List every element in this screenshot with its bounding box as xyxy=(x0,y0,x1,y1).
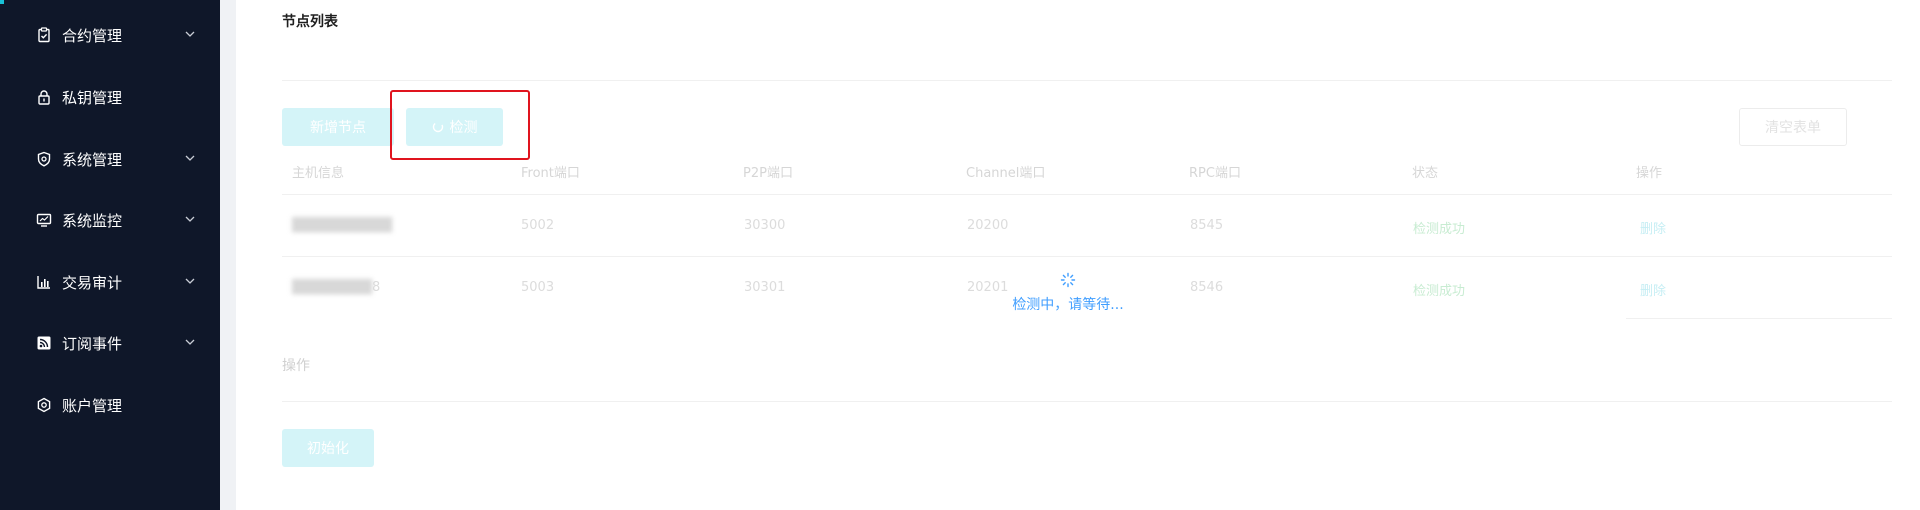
sidebar-item-system[interactable]: 系统管理 xyxy=(0,139,220,179)
status-badge: 检测成功 xyxy=(1413,284,1466,299)
status-badge: 检测成功 xyxy=(1413,222,1466,237)
shield-icon xyxy=(36,151,52,167)
add-node-button[interactable]: 新增节点 xyxy=(282,108,394,146)
loading-text: 检测中，请等待... xyxy=(1012,297,1124,313)
front-port: 5002 xyxy=(521,218,555,233)
column-header-rpc: RPC端口 xyxy=(1189,166,1241,181)
rss-icon xyxy=(36,335,52,351)
chevron-down-icon xyxy=(183,27,197,41)
table-header-divider xyxy=(282,194,1892,195)
row-divider xyxy=(282,256,1892,257)
rpc-port: 8545 xyxy=(1190,218,1224,233)
delete-link[interactable]: 删除 xyxy=(1640,280,1666,299)
sidebar-item-account[interactable]: 账户管理 xyxy=(0,385,220,425)
row-divider xyxy=(1626,318,1892,319)
p2p-port: 30301 xyxy=(744,280,786,295)
p2p-port: 30300 xyxy=(744,218,786,233)
node-list-title: 节点列表 xyxy=(282,14,338,30)
sidebar-item-label: 系统管理 xyxy=(62,151,123,169)
sidebar-item-private-key[interactable]: 私钥管理 xyxy=(0,77,220,117)
column-header-action: 操作 xyxy=(1636,166,1663,181)
chevron-down-icon xyxy=(183,335,197,349)
rpc-port: 8546 xyxy=(1190,280,1224,295)
sidebar-item-contract[interactable]: 合约管理 xyxy=(0,15,220,55)
monitor-chart-icon xyxy=(36,212,52,228)
column-header-status: 状态 xyxy=(1412,166,1439,181)
bar-chart-icon xyxy=(36,274,52,290)
column-header-p2p: P2P端口 xyxy=(743,166,793,181)
column-header-front: Front端口 xyxy=(521,166,580,181)
sidebar: 合约管理 私钥管理 系统管理 系统监控 交易审计 订阅事件 账户管理 xyxy=(0,0,220,510)
host-info: ████████8 xyxy=(292,280,381,295)
front-port: 5003 xyxy=(521,280,555,295)
clear-form-button[interactable]: 清空表单 xyxy=(1739,108,1847,146)
sidebar-item-label: 交易审计 xyxy=(62,274,123,292)
chevron-down-icon xyxy=(183,151,197,165)
operation-title: 操作 xyxy=(282,358,310,374)
chevron-down-icon xyxy=(183,274,197,288)
sidebar-item-monitor[interactable]: 系统监控 xyxy=(0,200,220,240)
divider xyxy=(282,401,1892,402)
sidebar-item-audit[interactable]: 交易审计 xyxy=(0,262,220,302)
clipboard-check-icon xyxy=(36,27,52,43)
highlight-box xyxy=(390,90,530,160)
sidebar-item-label: 系统监控 xyxy=(62,212,123,230)
lock-icon xyxy=(36,89,52,105)
channel-port: 20200 xyxy=(967,218,1009,233)
divider xyxy=(282,80,1892,81)
sidebar-item-label: 私钥管理 xyxy=(62,89,123,107)
spinner-icon xyxy=(1060,272,1076,288)
node-list-panel: 节点列表 新增节点 检测 清空表单 主机信息 Front端口 P2P端口 Cha… xyxy=(236,0,1920,510)
column-header-channel: Channel端口 xyxy=(966,166,1046,181)
init-button[interactable]: 初始化 xyxy=(282,429,374,467)
host-info: ██████████ xyxy=(292,218,392,233)
hexagon-user-icon xyxy=(36,397,52,413)
loading-overlay: 检测中，请等待... xyxy=(948,272,1188,314)
sidebar-item-label: 订阅事件 xyxy=(62,335,123,353)
active-indicator xyxy=(0,0,4,4)
sidebar-item-label: 合约管理 xyxy=(62,27,123,45)
sidebar-item-label: 账户管理 xyxy=(62,397,123,415)
column-header-host: 主机信息 xyxy=(292,166,345,181)
delete-link[interactable]: 删除 xyxy=(1640,218,1666,237)
sidebar-item-subscribe[interactable]: 订阅事件 xyxy=(0,323,220,363)
chevron-down-icon xyxy=(183,212,197,226)
